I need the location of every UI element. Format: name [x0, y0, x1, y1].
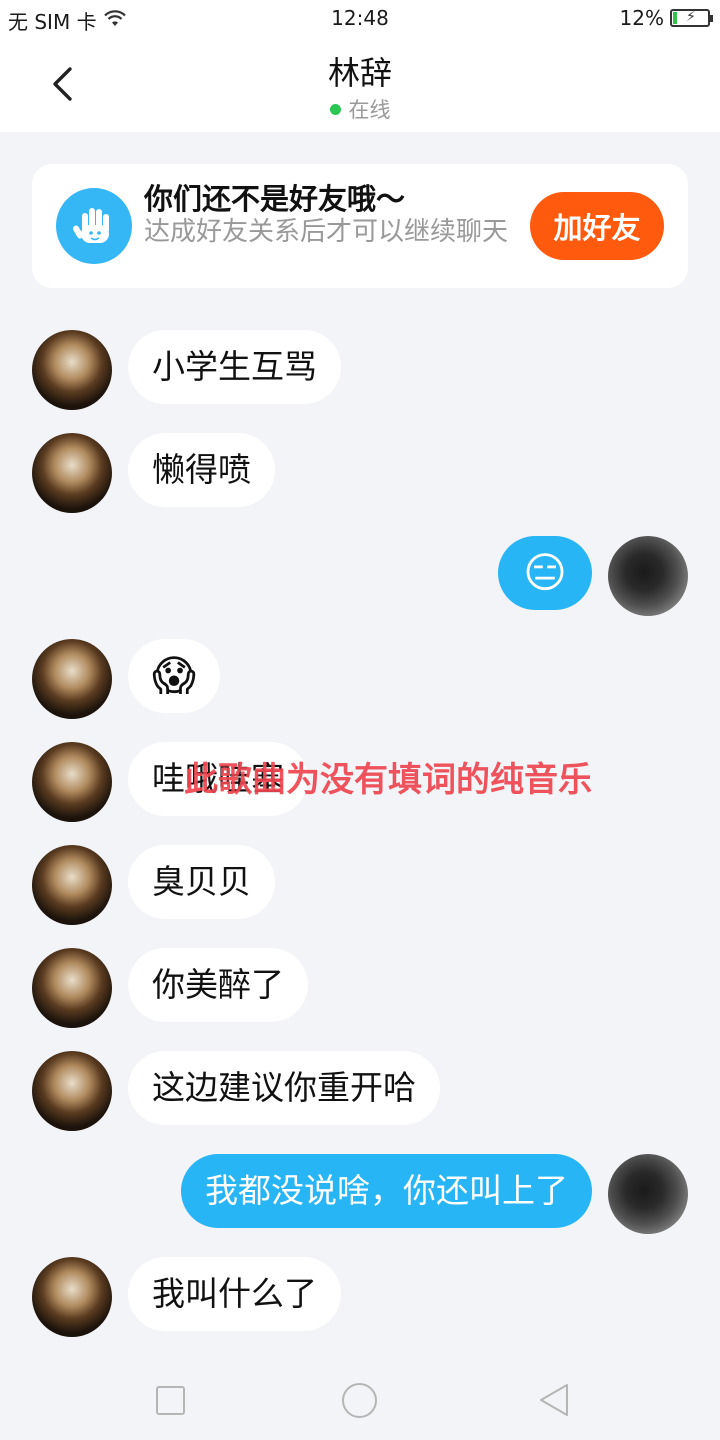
message-bubble[interactable]: 臭贝贝 [128, 845, 275, 919]
contact-avatar[interactable] [32, 433, 112, 513]
music-lyric-overlay: 此歌曲为没有填词的纯音乐 [184, 760, 592, 800]
banner-subtitle: 达成好友关系后才可以继续聊天 [144, 217, 509, 247]
recent-apps-icon[interactable] [156, 1386, 185, 1415]
contact-avatar[interactable] [32, 742, 112, 822]
contact-avatar[interactable] [32, 639, 112, 719]
online-status-label: 在线 [348, 98, 391, 122]
online-status: 在线 [0, 94, 720, 124]
emoji-bubble[interactable]: 😑 [498, 536, 592, 610]
my-avatar[interactable] [608, 1154, 688, 1234]
message-row: 😱 [0, 639, 720, 719]
emoji-bubble[interactable]: 😱 [128, 639, 220, 713]
contact-avatar[interactable] [32, 330, 112, 410]
message-bubble[interactable]: 小学生互骂 [128, 330, 341, 404]
banner-title: 你们还不是好友哦～ [144, 182, 406, 216]
contact-avatar[interactable] [32, 1257, 112, 1337]
back-triangle-icon[interactable] [537, 1382, 571, 1418]
contact-avatar[interactable] [32, 948, 112, 1028]
my-avatar[interactable] [608, 536, 688, 616]
message-bubble[interactable]: 懒得喷 [128, 433, 275, 507]
message-row: 懒得喷 [0, 433, 720, 513]
system-nav-bar [0, 1362, 720, 1440]
message-row: 臭贝贝 [0, 845, 720, 925]
status-bar: 无 SIM 卡 12:48 12% ⚡ [0, 0, 720, 38]
add-friend-button[interactable]: 加好友 [530, 192, 664, 260]
message-row: 小学生互骂 [0, 330, 720, 410]
message-bubble[interactable]: 这边建议你重开哈 [128, 1051, 440, 1125]
contact-avatar[interactable] [32, 845, 112, 925]
battery-icon: ⚡ [670, 9, 713, 27]
contact-name: 林辞 [327, 54, 392, 92]
message-row: 我都没说啥，你还叫上了 [0, 1154, 720, 1234]
chat-header: 林辞 在线 [0, 38, 720, 132]
message-bubble[interactable]: 你美醉了 [128, 948, 308, 1022]
message-row: 😑 [0, 536, 720, 616]
battery-area: 12% ⚡ [619, 6, 713, 30]
hand-wave-icon [56, 188, 132, 264]
message-row: 这边建议你重开哈 [0, 1051, 720, 1131]
message-row: 我叫什么了 [0, 1257, 720, 1337]
battery-percent: 12% [619, 6, 664, 30]
message-row: 你美醉了 [0, 948, 720, 1028]
expressionless-face-icon: 😑 [523, 548, 567, 597]
message-bubble[interactable]: 我叫什么了 [128, 1257, 341, 1331]
clock: 12:48 [331, 6, 389, 30]
message-bubble[interactable]: 我都没说啥，你还叫上了 [181, 1154, 592, 1228]
online-dot-icon [329, 104, 341, 115]
screaming-face-icon: 😱 [152, 651, 196, 700]
contact-avatar[interactable] [32, 1051, 112, 1131]
not-friend-banner: 你们还不是好友哦～ 达成好友关系后才可以继续聊天 加好友 [32, 164, 688, 288]
home-icon[interactable] [342, 1383, 377, 1418]
